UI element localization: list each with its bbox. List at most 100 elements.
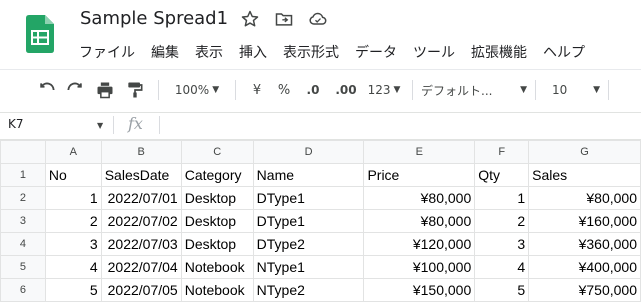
cell[interactable]: 2022/07/04 — [100, 255, 182, 279]
chevron-down-icon: ▼ — [212, 85, 220, 95]
cell[interactable]: 2022/07/05 — [100, 278, 182, 302]
cell[interactable]: ¥750,000 — [528, 278, 641, 302]
table-row: 1 No SalesDate Category Name Price Qty S… — [0, 163, 641, 187]
sheets-logo-icon[interactable] — [26, 15, 54, 53]
row-header[interactable]: 4 — [0, 232, 46, 256]
cell[interactable]: ¥80,000 — [528, 186, 641, 210]
cell[interactable]: ¥150,000 — [363, 278, 476, 302]
cloud-status-icon[interactable] — [308, 9, 328, 29]
percent-format-button[interactable]: % — [270, 76, 298, 104]
star-icon[interactable] — [240, 9, 260, 29]
toolbar-separator — [608, 80, 609, 100]
undo-button[interactable] — [34, 76, 60, 104]
cell[interactable]: ¥80,000 — [363, 186, 476, 210]
cell[interactable]: ¥100,000 — [363, 255, 476, 279]
column-header-c[interactable]: C — [180, 140, 254, 164]
menu-file[interactable]: ファイル — [79, 42, 135, 62]
row-header[interactable]: 6 — [0, 278, 46, 302]
cell[interactable]: No — [44, 163, 102, 187]
move-folder-icon[interactable] — [274, 9, 294, 29]
cell[interactable]: Notebook — [180, 278, 254, 302]
cell[interactable]: DType1 — [252, 209, 365, 233]
decrease-decimal-button[interactable]: .0 — [298, 76, 328, 104]
column-header-b[interactable]: B — [100, 140, 182, 164]
cell[interactable]: 2022/07/03 — [100, 232, 182, 256]
menu-tools[interactable]: ツール — [413, 42, 455, 62]
chevron-down-icon: ▼ — [520, 85, 527, 95]
cell[interactable]: Notebook — [180, 255, 254, 279]
cell[interactable]: 5 — [44, 278, 102, 302]
redo-button[interactable] — [60, 76, 90, 104]
spreadsheet-grid: A B C D E F G 1 No SalesDate Category Na… — [0, 140, 641, 302]
document-title[interactable]: Sample Spread1 — [80, 8, 228, 29]
row-header[interactable]: 5 — [0, 255, 46, 279]
increase-decimal-button[interactable]: .00 — [328, 76, 364, 104]
menu-view[interactable]: 表示 — [195, 42, 223, 62]
column-header-e[interactable]: E — [363, 140, 476, 164]
cell[interactable]: DType1 — [252, 186, 365, 210]
cell[interactable]: DType2 — [252, 232, 365, 256]
cell[interactable]: SalesDate — [100, 163, 182, 187]
currency-format-button[interactable]: ¥ — [244, 76, 270, 104]
table-row: 2 1 2022/07/01 Desktop DType1 ¥80,000 1 … — [0, 186, 641, 210]
cell[interactable]: Desktop — [180, 209, 254, 233]
more-formats-label: 123 — [367, 83, 391, 97]
font-select[interactable]: デフォルト... ▼ — [421, 76, 527, 104]
cell[interactable]: 2022/07/02 — [100, 209, 182, 233]
row-header[interactable]: 1 — [0, 163, 46, 187]
cell[interactable]: Desktop — [180, 186, 254, 210]
cell[interactable]: 1 — [474, 186, 530, 210]
cell[interactable]: Price — [363, 163, 476, 187]
chevron-down-icon: ▼ — [393, 85, 401, 95]
column-header-d[interactable]: D — [252, 140, 365, 164]
fx-icon: fx — [128, 114, 143, 133]
cell[interactable]: Name — [252, 163, 365, 187]
cell[interactable]: 2 — [44, 209, 102, 233]
menu-edit[interactable]: 編集 — [151, 42, 179, 62]
cell[interactable]: ¥80,000 — [363, 209, 476, 233]
menu-data[interactable]: データ — [355, 42, 397, 62]
name-box[interactable]: K7 — [8, 117, 24, 131]
cell[interactable]: 5 — [474, 278, 530, 302]
cell[interactable]: Sales — [528, 163, 641, 187]
zoom-select[interactable]: 100% ▼ — [167, 76, 227, 104]
cell[interactable]: Category — [180, 163, 254, 187]
cell[interactable]: ¥400,000 — [528, 255, 641, 279]
cell[interactable]: Desktop — [180, 232, 254, 256]
cell[interactable]: 2 — [474, 209, 530, 233]
zoom-value: 100% — [174, 83, 210, 97]
cell[interactable]: Qty — [474, 163, 530, 187]
select-all-corner[interactable] — [0, 140, 46, 164]
cell[interactable]: ¥360,000 — [528, 232, 641, 256]
cell[interactable]: ¥120,000 — [363, 232, 476, 256]
table-row: 6 5 2022/07/05 Notebook NType2 ¥150,000 … — [0, 278, 641, 302]
font-size-select[interactable]: 10 ▼ — [544, 76, 600, 104]
cell[interactable]: NType1 — [252, 255, 365, 279]
more-formats-select[interactable]: 123 ▼ — [364, 76, 404, 104]
table-row: 3 2 2022/07/02 Desktop DType1 ¥80,000 2 … — [0, 209, 641, 233]
row-header[interactable]: 3 — [0, 209, 46, 233]
menu-help[interactable]: ヘルプ — [543, 42, 585, 62]
chevron-down-icon: ▼ — [593, 85, 600, 95]
menu-extensions[interactable]: 拡張機能 — [471, 42, 527, 62]
menu-insert[interactable]: 挿入 — [239, 42, 267, 62]
row-header[interactable]: 2 — [0, 186, 46, 210]
formula-bar-separator — [113, 116, 114, 134]
paint-format-button[interactable] — [120, 76, 150, 104]
chevron-down-icon[interactable]: ▼ — [97, 121, 103, 130]
cell[interactable]: 4 — [44, 255, 102, 279]
toolbar: 100% ▼ ¥ % .0 .00 123 ▼ デフォルト... ▼ 10 ▼ — [0, 70, 641, 110]
column-header-g[interactable]: G — [528, 140, 641, 164]
cell[interactable]: 1 — [44, 186, 102, 210]
cell[interactable]: 4 — [474, 255, 530, 279]
cell[interactable]: ¥160,000 — [528, 209, 641, 233]
cell[interactable]: 2022/07/01 — [100, 186, 182, 210]
column-header-a[interactable]: A — [44, 140, 102, 164]
column-header-f[interactable]: F — [474, 140, 530, 164]
cell[interactable]: 3 — [474, 232, 530, 256]
cell[interactable]: NType2 — [252, 278, 365, 302]
print-button[interactable] — [90, 76, 120, 104]
menu-bar: ファイル 編集 表示 挿入 表示形式 データ ツール 拡張機能 ヘルプ — [79, 42, 601, 62]
menu-format[interactable]: 表示形式 — [283, 42, 339, 62]
cell[interactable]: 3 — [44, 232, 102, 256]
